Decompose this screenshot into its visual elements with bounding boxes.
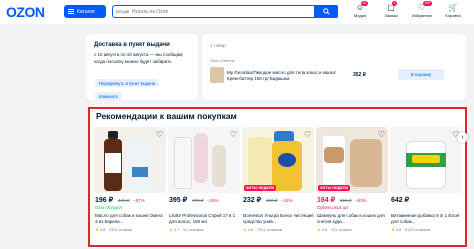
- cart-item-image[interactable]: [210, 67, 224, 83]
- nav-favorites[interactable]: ♡ 99+ Избранное: [407, 1, 437, 18]
- cart-item-name[interactable]: My Geomiko/Пикодое масло для тела кокос …: [227, 70, 337, 82]
- hit-badge: ХИТЫ НЕДЕЛИ: [318, 185, 351, 191]
- product-seller[interactable]: Ozon Хотдол: [95, 205, 122, 210]
- product-name[interactable]: Шампунь для собак и кошек для снятия зуд…: [317, 213, 388, 225]
- search-bar: Везде ▾: [112, 5, 338, 18]
- product-card[interactable]: ХИТЫ НЕДЕЛИ ♡ 232 ₽ 400 ₽ −42% Domestos …: [242, 127, 316, 245]
- nav-orders[interactable]: ▢ 1 Заказы: [376, 1, 406, 18]
- product-card[interactable]: ♡ 642 ₽ Витаминная добавка 8 in 1 Excel …: [390, 127, 464, 245]
- search-icon: [322, 8, 330, 15]
- box-icon: ▢ 1: [387, 1, 398, 12]
- favorite-heart-icon[interactable]: ♡: [156, 130, 163, 139]
- user-icon: ☺ 10: [355, 1, 368, 12]
- change-pickup-button[interactable]: Передвинуть в пункт выдачи: [95, 79, 160, 87]
- product-price: 164 ₽: [317, 197, 336, 204]
- recommendations-title: Рекомендации к вашим покупкам: [96, 111, 237, 121]
- product-discount: −42%: [281, 198, 293, 203]
- product-rating: ★ 4.6 · 123 отзыва: [317, 227, 352, 232]
- star-icon: ★: [169, 227, 173, 232]
- product-price: 642 ₽: [391, 197, 410, 204]
- product-discount: −16%: [207, 198, 219, 203]
- search-button[interactable]: [314, 5, 338, 18]
- ozon-logo[interactable]: OZON: [6, 4, 45, 20]
- top-header: OZON Каталог Везде ▾ ☺10 Модия ▢1 Заказы…: [0, 0, 474, 24]
- rating-text: 4.8 · 1324 отзыва: [99, 227, 132, 232]
- search-input[interactable]: [132, 6, 314, 17]
- product-rating: ★ 4.7 · 12 отзывов: [169, 227, 204, 232]
- product-price: 232 ₽: [243, 197, 262, 204]
- delivery-title: Доставка в пункт выдачи: [94, 42, 170, 48]
- nav-cart[interactable]: 🛒 Корзина: [438, 3, 468, 18]
- delivery-text: с 10 августа по 10 августа — мы сообщим,…: [94, 52, 184, 64]
- nav-label: Избранное: [411, 13, 433, 18]
- product-old-price: 470 ₽: [192, 198, 204, 203]
- product-name[interactable]: Масло для собак и кошек Омега 3 из Карел…: [95, 213, 166, 225]
- rating-text: 4.6 · 123 отзыва: [321, 227, 352, 232]
- cart-icon: 🛒: [448, 3, 458, 12]
- edit-button[interactable]: Изменить: [95, 92, 122, 100]
- favorite-heart-icon[interactable]: ♡: [378, 130, 385, 139]
- menu-icon: [68, 9, 74, 14]
- product-name[interactable]: Lilotte Professional Спрей 17 в 1 для во…: [169, 213, 240, 225]
- product-name[interactable]: Витаминная добавка 8 in 1 Excel для соба…: [391, 213, 462, 225]
- favorite-heart-icon[interactable]: ♡: [304, 130, 311, 139]
- product-card[interactable]: ХИТЫ НЕДЕЛИ ♡ 164 ₽ 350 ₽ −53% Oplomu 81…: [316, 127, 390, 245]
- rating-text: 4.7 · 12 отзывов: [173, 227, 204, 232]
- product-old-price: 350 ₽: [340, 198, 352, 203]
- nav-label: Корзина: [445, 13, 461, 18]
- hit-badge: ХИТЫ НЕДЕЛИ: [244, 185, 277, 191]
- nav-badge: 99+: [423, 1, 433, 6]
- product-price: 395 ₽: [169, 197, 188, 204]
- rating-text: 4.8 · 7312 отзывов: [247, 227, 282, 232]
- product-rating: ★ 4.8 · 1324 отзыва: [95, 227, 132, 232]
- product-price: 196 ₽: [95, 197, 114, 204]
- star-icon: ★: [391, 227, 395, 232]
- chevron-right-icon: ›: [461, 134, 464, 141]
- carousel-next-button[interactable]: ›: [457, 132, 468, 143]
- rating-text: 4.8 · 6123 отзывов: [395, 227, 430, 232]
- nav-label: Модия: [353, 13, 367, 18]
- search-scope[interactable]: Везде: [113, 9, 129, 14]
- cart-count: 1 товар: [210, 43, 226, 48]
- add-to-cart-button[interactable]: В корзину: [398, 69, 444, 80]
- product-discount: −53%: [355, 198, 367, 203]
- star-icon: ★: [95, 227, 99, 232]
- nav-profile[interactable]: ☺ 10 Модия: [345, 1, 375, 18]
- nav-badge: 1: [392, 1, 398, 6]
- product-seller[interactable]: Oplomu 814 шт: [317, 205, 348, 210]
- nav-badge: 10: [360, 1, 368, 6]
- chevron-down-icon[interactable]: ▾: [127, 9, 129, 14]
- cart-seller[interactable]: Ozon Generic: [210, 58, 235, 63]
- product-card[interactable]: ♡ 395 ₽ 470 ₽ −16% Lilotte Professional …: [168, 127, 242, 245]
- catalog-button[interactable]: Каталог: [64, 5, 106, 18]
- star-icon: ★: [243, 227, 247, 232]
- product-name[interactable]: Domestos Ультра Блеск чистящее средство …: [243, 213, 314, 225]
- star-icon: ★: [317, 227, 321, 232]
- cart-card: [202, 34, 466, 100]
- product-old-price: 449 ₽: [118, 198, 130, 203]
- nav-label: Заказы: [384, 13, 398, 18]
- heart-icon: ♡ 99+: [418, 1, 433, 12]
- favorite-heart-icon[interactable]: ♡: [230, 130, 237, 139]
- product-card[interactable]: ♡ 196 ₽ 449 ₽ −57% Ozon Хотдол Масло для…: [94, 127, 168, 245]
- catalog-label: Каталог: [77, 8, 96, 15]
- product-rating: ★ 4.8 · 6123 отзывов: [391, 227, 430, 232]
- product-discount: −57%: [133, 198, 145, 203]
- cart-item-price: 352 ₽: [353, 72, 366, 78]
- product-old-price: 400 ₽: [266, 198, 278, 203]
- product-rating: ★ 4.8 · 7312 отзывов: [243, 227, 282, 232]
